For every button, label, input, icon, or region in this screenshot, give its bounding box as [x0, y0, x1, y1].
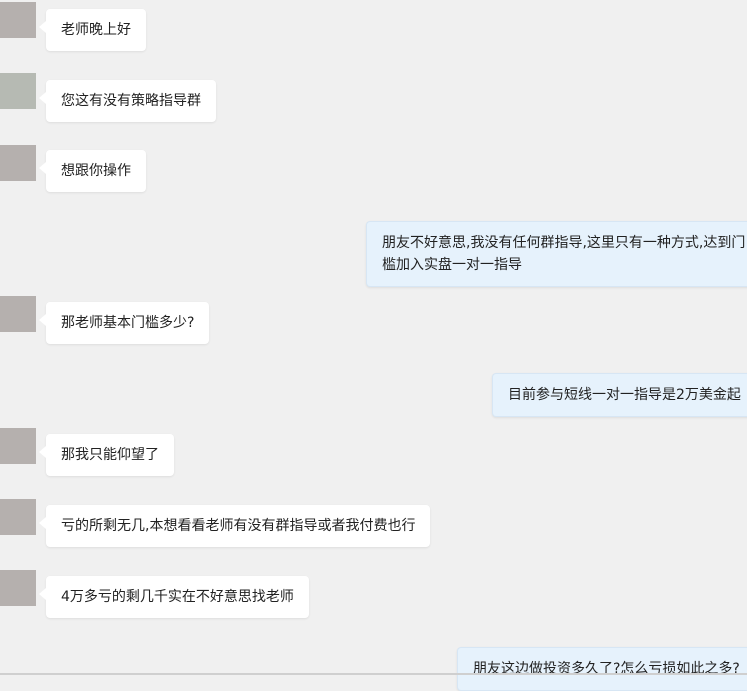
- message-bubble-outgoing: 朋友不好意思,我没有任何群指导,这里只有一种方式,达到门槛加入实盘一对一指导: [366, 221, 747, 287]
- message-text: 那我只能仰望了: [61, 447, 159, 463]
- message-bubble-incoming: 想跟你操作: [39, 150, 146, 192]
- message-text: 目前参与短线一对一指导是2万美金起: [508, 387, 741, 403]
- message-bubble-incoming: 亏的所剩无几,本想看看老师有没有群指导或者我付费也行: [38, 505, 431, 547]
- message-text: 那老师基本门槛多少?: [61, 315, 195, 331]
- avatar[interactable]: [0, 73, 36, 109]
- avatar[interactable]: [0, 570, 36, 606]
- avatar[interactable]: [0, 428, 36, 464]
- message-bubble-incoming: 老师晚上好: [39, 9, 146, 51]
- message-text: 老师晚上好: [61, 22, 131, 38]
- message-text: 想跟你操作: [61, 163, 131, 179]
- message-bubble-outgoing: 朋友这边做投资多久了?怎么亏损如此之多?: [457, 647, 747, 691]
- message-text: 4万多亏的剩几千实在不好意思找老师: [61, 589, 294, 605]
- message-bubble-outgoing: 目前参与短线一对一指导是2万美金起: [492, 373, 747, 417]
- avatar[interactable]: [0, 499, 36, 535]
- message-bubble-incoming: 4万多亏的剩几千实在不好意思找老师: [39, 576, 309, 618]
- message-text: 朋友不好意思,我没有任何群指导,这里只有一种方式,达到门槛加入实盘一对一指导: [382, 235, 746, 273]
- message-bubble-incoming: 那老师基本门槛多少?: [38, 302, 210, 344]
- message-bubble-incoming: 那我只能仰望了: [39, 434, 174, 476]
- message-text: 亏的所剩无几,本想看看老师有没有群指导或者我付费也行: [61, 518, 416, 534]
- message-bubble-incoming: 您这有没有策略指导群: [39, 80, 216, 122]
- message-text: 您这有没有策略指导群: [61, 93, 201, 109]
- chat-transcript: 老师晚上好 您这有没有策略指导群 想跟你操作 朋友不好意思,我没有任何群指导,这…: [0, 0, 747, 691]
- avatar[interactable]: [0, 296, 36, 332]
- avatar[interactable]: [0, 145, 36, 181]
- avatar[interactable]: [0, 2, 36, 38]
